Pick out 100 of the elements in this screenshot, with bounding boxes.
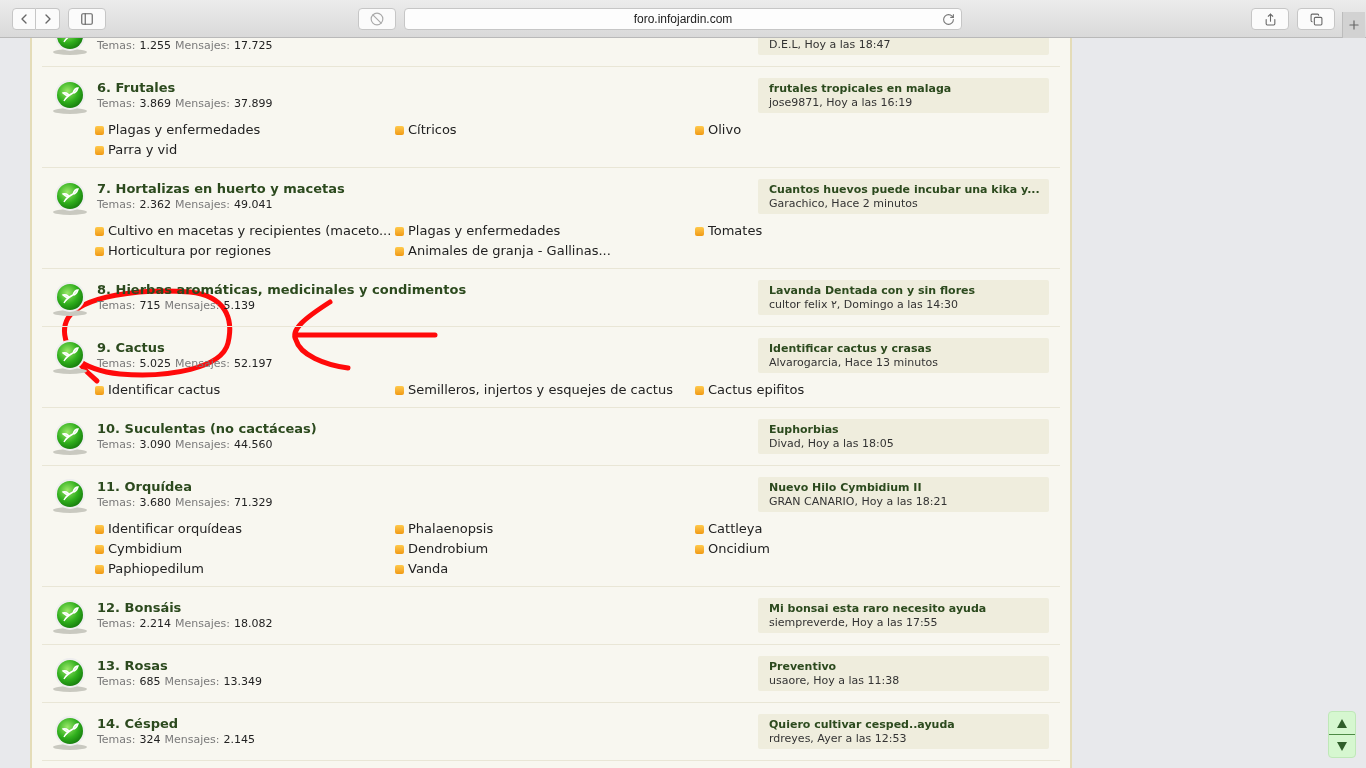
- sidebar-icon: [80, 12, 94, 26]
- stat-label: Temas:: [97, 38, 136, 54]
- forum-title-link[interactable]: 12. Bonsáis: [97, 599, 758, 616]
- plant-globe-icon: [52, 713, 88, 750]
- bullet-icon: [695, 524, 704, 534]
- stat-value: 17.725: [234, 38, 273, 54]
- forum-title-link[interactable]: 13. Rosas: [97, 657, 758, 674]
- subforum-link[interactable]: Olivo: [708, 120, 742, 140]
- plant-globe-icon: [52, 655, 88, 692]
- forum-title-link[interactable]: 10. Suculentas (no cactáceas): [97, 420, 758, 437]
- forum-title-link[interactable]: 14. Césped: [97, 715, 758, 732]
- stat-value: 685: [139, 674, 161, 690]
- bullet-icon: [95, 385, 104, 395]
- subforum-link[interactable]: Identificar cactus: [108, 380, 221, 400]
- down-triangle-icon: [1337, 741, 1347, 751]
- last-post-meta: jose9871, Hoy a las 16:19: [769, 96, 914, 110]
- subforum-link[interactable]: Vanda: [408, 559, 449, 579]
- stat-value: 37.899: [234, 96, 273, 112]
- subforum-link[interactable]: Phalaenopsis: [408, 519, 494, 539]
- share-button[interactable]: [1251, 8, 1289, 30]
- last-post-title-link[interactable]: Quiero cultivar cesped..ayuda: [769, 718, 1038, 732]
- subforum-link[interactable]: Animales de granja - Gallinas...: [408, 241, 611, 261]
- last-post-title-link[interactable]: Lavanda Dentada con y sin flores: [769, 284, 1038, 298]
- stat-value: 3.090: [139, 437, 171, 453]
- stat-label: Temas:: [97, 674, 136, 690]
- subforum-link[interactable]: Cactus epifitos: [708, 380, 805, 400]
- subforum-link[interactable]: Parra y vid: [108, 140, 178, 160]
- forum-title-link[interactable]: 11. Orquídea: [97, 478, 758, 495]
- stat-label: Temas:: [97, 96, 136, 112]
- stat-value: 44.560: [234, 437, 273, 453]
- last-post-title-link[interactable]: Mi bonsai esta raro necesito ayuda: [769, 602, 1038, 616]
- stat-value: 18.082: [234, 616, 273, 632]
- subforum-link[interactable]: Paphiopedilum: [108, 559, 204, 579]
- subforum-link[interactable]: Oncidium: [708, 539, 770, 559]
- stat-value: 715: [139, 298, 161, 314]
- subforum-link[interactable]: Horticultura por regiones: [108, 241, 272, 261]
- back-button[interactable]: [12, 8, 36, 30]
- new-tab-button[interactable]: [1342, 12, 1365, 38]
- subforum-link[interactable]: Cymbidium: [108, 539, 183, 559]
- stat-label: Temas:: [97, 616, 136, 632]
- bullet-icon: [395, 564, 404, 574]
- forum-title-link[interactable]: 9. Cactus: [97, 339, 758, 356]
- up-triangle-icon: [1337, 718, 1347, 728]
- blocked-content-button[interactable]: [358, 8, 396, 30]
- stat-label: Mensajes:: [175, 616, 230, 632]
- subforum-link[interactable]: Plagas y enfermedades: [408, 221, 561, 241]
- subforum-link[interactable]: Dendrobium: [408, 539, 489, 559]
- last-post-meta: Divad, Hoy a las 18:05: [769, 437, 895, 451]
- forum-title-link[interactable]: 7. Hortalizas en huerto y macetas: [97, 180, 758, 197]
- reload-icon[interactable]: [942, 12, 955, 26]
- plant-globe-icon: [52, 279, 88, 316]
- bullet-icon: [395, 246, 404, 256]
- plant-globe-icon: [52, 337, 88, 374]
- subforum-link[interactable]: Tomates: [708, 221, 763, 241]
- share-icon: [1263, 12, 1277, 26]
- stat-label: Mensajes:: [164, 674, 220, 690]
- subforum-link[interactable]: Plagas y enfermedades: [108, 120, 261, 140]
- bullet-icon: [695, 125, 704, 135]
- tabs-button[interactable]: [1297, 8, 1335, 30]
- stat-value: 2.214: [139, 616, 171, 632]
- subforum-link[interactable]: Cattleya: [708, 519, 763, 539]
- bullet-icon: [95, 125, 104, 135]
- last-post-meta: rdreyes, Ayer a las 12:53: [769, 732, 908, 746]
- bullet-icon: [395, 385, 404, 395]
- last-post-meta: Garachico, Hace 2 minutos: [769, 197, 919, 211]
- last-post-title-link[interactable]: Nuevo Hilo Cymbidium II: [769, 481, 1038, 495]
- bullet-icon: [395, 226, 404, 236]
- stat-value: 2.145: [223, 732, 255, 748]
- forum-title-link[interactable]: 6. Frutales: [97, 79, 758, 96]
- bullet-icon: [95, 544, 104, 554]
- subforum-link[interactable]: Cultivo en macetas y recipientes (maceto...: [108, 221, 392, 241]
- bullet-icon: [95, 246, 104, 256]
- stat-value: 3.869: [139, 96, 171, 112]
- forward-button[interactable]: [36, 8, 60, 30]
- last-post-title-link[interactable]: frutales tropicales en malaga: [769, 82, 1038, 96]
- last-post-title-link[interactable]: Identificar cactus y crasas: [769, 342, 1038, 356]
- subforum-link[interactable]: Cítricos: [408, 120, 457, 140]
- subforum-link[interactable]: Identificar orquídeas: [108, 519, 242, 539]
- last-post-title-link[interactable]: Preventivo: [769, 660, 1038, 674]
- stat-value: 13.349: [223, 674, 262, 690]
- bullet-icon: [395, 544, 404, 554]
- sidebar-button[interactable]: [68, 8, 106, 30]
- stat-value: 324: [139, 732, 161, 748]
- plant-globe-icon: [52, 476, 88, 513]
- plant-globe-icon: [52, 77, 88, 114]
- last-post-title-link[interactable]: Euphorbias: [769, 423, 1038, 437]
- last-post-meta: GRAN CANARIO, Hoy a las 18:21: [769, 495, 949, 509]
- bullet-icon: [95, 145, 104, 155]
- plant-globe-icon: [52, 178, 88, 215]
- last-post-meta: usaore, Hoy a las 11:38: [769, 674, 901, 688]
- last-post-title-link[interactable]: Cuantos huevos puede incubar una kika y...: [769, 183, 1038, 197]
- bullet-icon: [695, 544, 704, 554]
- bullet-icon: [395, 125, 404, 135]
- stat-label: Temas:: [97, 732, 136, 748]
- subforum-link[interactable]: Semilleros, injertos y esquejes de cactus: [408, 380, 673, 400]
- bullet-icon: [95, 524, 104, 534]
- stat-value: 1.255: [139, 38, 171, 54]
- tabs-icon: [1309, 12, 1323, 26]
- bullet-icon: [395, 524, 404, 534]
- address-field[interactable]: foro.infojardin.com: [404, 8, 962, 30]
